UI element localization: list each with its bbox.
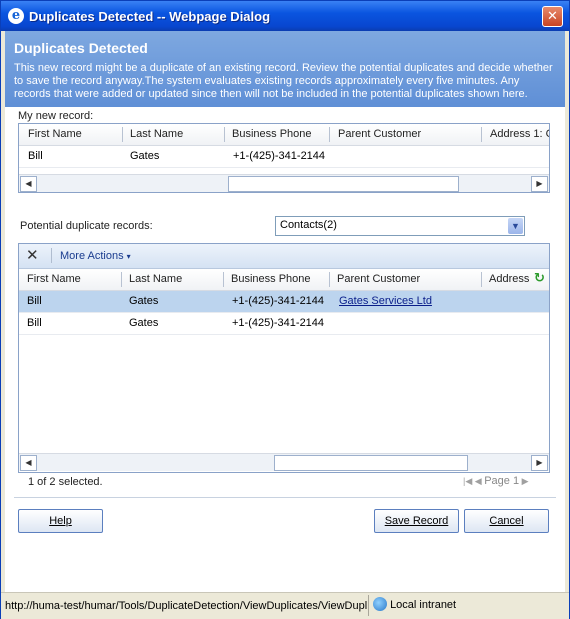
col-first-name[interactable]: First Name xyxy=(28,128,82,140)
new-record-row: Bill Gates +1-(425)-341-2144 xyxy=(19,146,549,168)
title-bar[interactable]: e Duplicates Detected -- Webpage Dialog … xyxy=(1,1,569,31)
status-bar: http://huma-test/humar/Tools/DuplicateDe… xyxy=(1,592,569,619)
next-page-icon[interactable]: ▶ xyxy=(522,476,529,486)
chevron-down-icon[interactable]: ▼ xyxy=(508,218,523,234)
cell-first-name: Bill xyxy=(28,150,43,162)
table-row[interactable]: Bill Gates +1-(425)-341-2144 xyxy=(19,313,549,335)
zone-label: Local intranet xyxy=(390,599,457,611)
save-record-button[interactable]: Save Record xyxy=(374,509,459,533)
cell-first-name: Bill xyxy=(27,317,42,329)
window-title: Duplicates Detected -- Webpage Dialog xyxy=(29,9,271,24)
col-address[interactable]: Address 1: C xyxy=(490,128,549,140)
col-business-phone[interactable]: Business Phone xyxy=(232,128,312,140)
more-actions-label: More Actions xyxy=(60,250,124,262)
col-first-name[interactable]: First Name xyxy=(27,273,81,285)
col-last-name[interactable]: Last Name xyxy=(129,273,182,285)
prev-page-icon[interactable]: ◀ xyxy=(475,476,482,486)
col-parent-customer[interactable]: Parent Customer xyxy=(337,273,420,285)
close-button[interactable]: ✕ xyxy=(542,6,563,27)
cell-last-name: Gates xyxy=(130,150,160,162)
col-business-phone[interactable]: Business Phone xyxy=(231,273,311,285)
cell-last-name: Gates xyxy=(129,295,159,307)
parent-customer-link[interactable]: Gates Services Ltd xyxy=(339,295,432,307)
caret-down-icon: ▾ xyxy=(126,252,131,261)
cell-business-phone: +1-(425)-341-2144 xyxy=(233,150,326,162)
entity-select-value: Contacts(2) xyxy=(280,219,337,231)
cell-first-name: Bill xyxy=(27,295,42,307)
duplicates-hscrollbar[interactable]: ◀ ▶ xyxy=(19,453,549,471)
new-record-label: My new record: xyxy=(18,110,94,122)
cell-business-phone: +1-(425)-341-2144 xyxy=(232,295,325,307)
new-record-grid: First Name Last Name Business Phone Pare… xyxy=(18,123,550,193)
dialog-content: Duplicates Detected This new record migh… xyxy=(5,31,565,592)
refresh-icon[interactable]: ↻ xyxy=(534,271,545,286)
dialog-heading: Duplicates Detected xyxy=(14,40,148,56)
duplicates-label: Potential duplicate records: xyxy=(20,220,153,232)
header-band: Duplicates Detected This new record migh… xyxy=(5,31,565,107)
col-address[interactable]: Address xyxy=(489,273,529,285)
grid-toolbar: ✕ More Actions ▾ xyxy=(19,244,549,269)
dialog-description: This new record might be a duplicate of … xyxy=(14,62,553,100)
duplicates-header: First Name Last Name Business Phone Pare… xyxy=(19,269,549,291)
entity-select[interactable]: Contacts(2) ▼ xyxy=(275,216,525,236)
security-zone: Local intranet xyxy=(373,597,456,611)
scroll-right-button[interactable]: ▶ xyxy=(531,176,548,192)
col-parent-customer[interactable]: Parent Customer xyxy=(338,128,421,140)
cell-business-phone: +1-(425)-341-2144 xyxy=(232,317,325,329)
duplicates-grid: ✕ More Actions ▾ First Name Last Name Bu… xyxy=(18,243,550,473)
selection-count: 1 of 2 selected. xyxy=(28,476,103,488)
intranet-globe-icon xyxy=(373,597,387,611)
first-page-icon[interactable]: |◀ xyxy=(463,476,472,486)
scroll-thumb[interactable] xyxy=(274,455,468,471)
scroll-right-button[interactable]: ▶ xyxy=(531,455,548,471)
page-number: Page 1 xyxy=(484,475,520,487)
ie-icon: e xyxy=(8,8,24,24)
scroll-thumb[interactable] xyxy=(228,176,459,192)
delete-icon[interactable]: ✕ xyxy=(26,246,39,264)
cancel-button[interactable]: Cancel xyxy=(464,509,549,533)
scroll-left-button[interactable]: ◀ xyxy=(20,455,37,471)
table-row[interactable]: Bill Gates +1-(425)-341-2144 Gates Servi… xyxy=(19,291,549,313)
scroll-left-button[interactable]: ◀ xyxy=(20,176,37,192)
dialog-window: e Duplicates Detected -- Webpage Dialog … xyxy=(0,0,570,619)
more-actions-menu[interactable]: More Actions ▾ xyxy=(60,250,131,262)
cell-last-name: Gates xyxy=(129,317,159,329)
status-url: http://huma-test/humar/Tools/DuplicateDe… xyxy=(5,600,367,612)
help-button[interactable]: Help xyxy=(18,509,103,533)
new-record-hscrollbar[interactable]: ◀ ▶ xyxy=(19,174,549,192)
pager: |◀ ◀ Page 1 ▶ xyxy=(463,475,529,487)
new-record-header: First Name Last Name Business Phone Pare… xyxy=(19,124,549,146)
col-last-name[interactable]: Last Name xyxy=(130,128,183,140)
